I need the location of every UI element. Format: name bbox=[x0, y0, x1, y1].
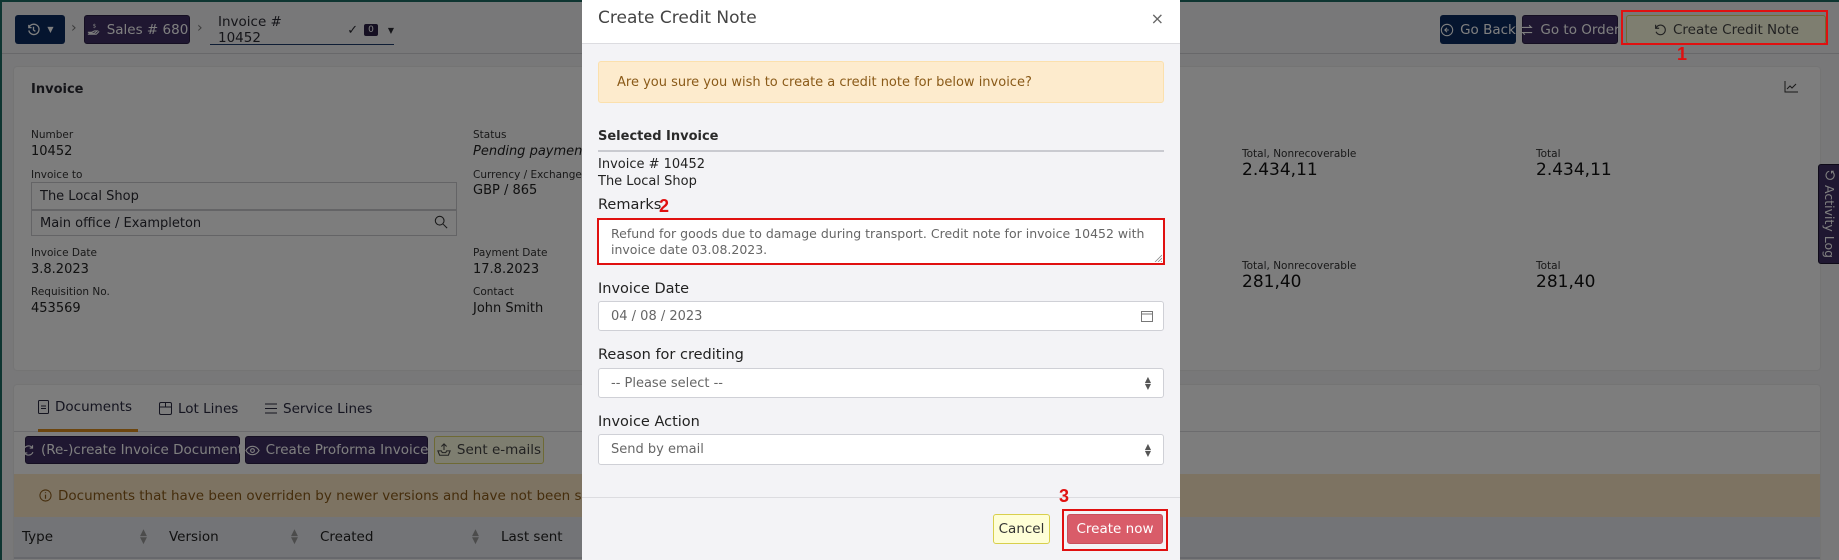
annotation-box-3 bbox=[1062, 509, 1168, 551]
select-arrows-icon: ▲ ▼ bbox=[1144, 375, 1151, 391]
invoice-date-value: 04 / 08 / 2023 bbox=[611, 308, 703, 324]
modal-header: Create Credit Note × bbox=[582, 0, 1180, 44]
confirmation-alert-text: Are you sure you wish to create a credit… bbox=[617, 74, 1032, 90]
calendar-icon[interactable] bbox=[1141, 310, 1153, 322]
cancel-button[interactable]: Cancel bbox=[993, 514, 1050, 544]
invoice-date-input[interactable]: 04 / 08 / 2023 bbox=[598, 301, 1164, 331]
annotation-number-1: 1 bbox=[1677, 44, 1688, 64]
invoice-action-value: Send by email bbox=[611, 442, 704, 457]
annotation-box-2 bbox=[597, 218, 1165, 265]
modal-title: Create Credit Note bbox=[598, 8, 757, 28]
annotation-number-3: 3 bbox=[1059, 486, 1070, 506]
reason-for-crediting-value: -- Please select -- bbox=[611, 375, 723, 391]
close-icon[interactable]: × bbox=[1151, 9, 1164, 28]
invoice-date-label: Invoice Date bbox=[598, 281, 690, 297]
select-arrows-icon: ▲ ▼ bbox=[1144, 441, 1151, 458]
remarks-label: Remarks bbox=[598, 197, 662, 213]
modal-footer-divider bbox=[582, 497, 1180, 498]
section-divider bbox=[598, 150, 1164, 152]
selected-invoice-title: Selected Invoice bbox=[598, 129, 719, 144]
reason-for-crediting-label: Reason for crediting bbox=[598, 347, 744, 363]
confirmation-alert: Are you sure you wish to create a credit… bbox=[598, 61, 1164, 103]
invoice-action-select[interactable]: Send by email ▲ ▼ bbox=[598, 434, 1164, 465]
invoice-action-label: Invoice Action bbox=[598, 414, 700, 430]
annotation-box-1 bbox=[1621, 10, 1828, 45]
selected-invoice-customer: The Local Shop bbox=[598, 174, 697, 189]
reason-for-crediting-select[interactable]: -- Please select -- ▲ ▼ bbox=[598, 368, 1164, 398]
cancel-label: Cancel bbox=[998, 521, 1045, 537]
create-credit-note-modal: Create Credit Note × Are you sure you wi… bbox=[582, 0, 1180, 560]
selected-invoice-number: Invoice # 10452 bbox=[598, 157, 705, 172]
annotation-number-2: 2 bbox=[659, 196, 670, 216]
